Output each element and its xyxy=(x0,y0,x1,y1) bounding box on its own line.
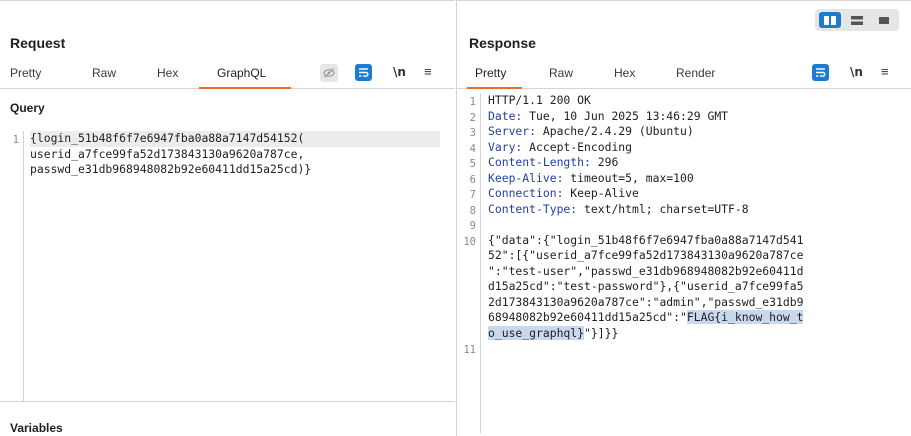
body-line: 52":[{"userid_a7fce99fa52d173843130a9620… xyxy=(488,248,804,262)
header-value: timeout=5, max=100 xyxy=(563,170,694,185)
line-number: 8 xyxy=(469,204,476,217)
header-value: Keep-Alive xyxy=(563,186,639,200)
tab-raw[interactable]: Raw xyxy=(549,66,573,80)
response-title: Response xyxy=(469,35,536,51)
header-value: text/html; charset=UTF-8 xyxy=(577,201,749,216)
line-number: 11 xyxy=(463,344,476,356)
active-tab-underline xyxy=(199,87,291,89)
layout-toggle xyxy=(815,9,899,31)
query-line: userid_a7fce99fa52d173843130a9620a787ce, xyxy=(30,146,305,161)
query-line: {login_51b48f6f7e6947fba0a88a7147d54152( xyxy=(30,131,305,145)
header-line: Connection: Keep-Alive xyxy=(488,186,908,202)
body-line: d15a25cd":"test-password"},{"userid_a7fc… xyxy=(488,279,804,293)
line-number: 1 xyxy=(12,134,19,146)
menu-icon[interactable]: ≡ xyxy=(424,64,432,79)
query-line: passwd_e31db968948082b92e60411dd15a25cd)… xyxy=(30,162,312,176)
status-line: HTTP/1.1 200 OK xyxy=(488,93,908,109)
tab-hex[interactable]: Hex xyxy=(157,66,178,80)
header-line: Keep-Alive: timeout=5, max=100 xyxy=(488,171,908,187)
body-text: "}]}} xyxy=(584,325,619,340)
newline-icon[interactable]: \n xyxy=(393,65,406,79)
line-number: 9 xyxy=(469,220,476,232)
header-name: Date: xyxy=(488,108,523,123)
single-pane-icon[interactable] xyxy=(873,12,895,28)
query-code-wrapped[interactable]: userid_a7fce99fa52d173843130a9620a787ce,… xyxy=(30,147,440,178)
request-tabs: Pretty Raw Hex GraphQL \n ≡ xyxy=(0,61,455,89)
body-line: 68948082b92e60411dd15a25cd":"FLAG{i_know… xyxy=(488,310,908,326)
line-number: 1 xyxy=(469,96,476,108)
line-number: 3 xyxy=(469,127,476,139)
header-name: Server: xyxy=(488,124,537,138)
response-pane: Response Pretty Raw Hex Render \n ≡ 1 2 … xyxy=(456,0,911,436)
response-gutter: 1 2 3 4 5 6 7 8 9 10 11 xyxy=(457,93,481,433)
flag-selection: FLAG{i_know_how_t xyxy=(686,310,804,324)
header-name: Vary: xyxy=(488,139,523,154)
response-editor[interactable]: 1 2 3 4 5 6 7 8 9 10 11 HTTP/1.1 200 OK … xyxy=(457,93,911,433)
query-code[interactable]: {login_51b48f6f7e6947fba0a88a7147d54152( xyxy=(30,131,440,147)
request-title: Request xyxy=(10,35,66,51)
variables-label: Variables xyxy=(10,421,63,435)
query-editor[interactable]: 1 {login_51b48f6f7e6947fba0a88a7147d5415… xyxy=(0,131,455,401)
response-code[interactable]: HTTP/1.1 200 OK Date: Tue, 10 Jun 2025 1… xyxy=(488,93,908,341)
active-tab-underline xyxy=(467,87,522,89)
tab-graphql[interactable]: GraphQL xyxy=(217,66,266,80)
line-number: 7 xyxy=(469,189,476,201)
body-line: o_use_graphql}"}]}} xyxy=(488,325,908,342)
line-number: 10 xyxy=(463,235,476,248)
body-text: 68948082b92e60411dd15a25cd":" xyxy=(488,310,687,324)
header-value: Apache/2.4.29 (Ubuntu) xyxy=(536,124,694,138)
header-name: Content-Length: xyxy=(488,155,591,169)
tab-raw[interactable]: Raw xyxy=(92,66,116,80)
line-number: 6 xyxy=(469,173,476,186)
header-line: Vary: Accept-Encoding xyxy=(488,140,908,156)
line-number: 4 xyxy=(469,142,476,155)
tab-render[interactable]: Render xyxy=(676,66,715,80)
request-pane: Request Pretty Raw Hex GraphQL \n ≡ Quer… xyxy=(0,0,455,436)
header-value: 296 xyxy=(590,155,619,169)
query-label: Query xyxy=(10,101,45,115)
response-tabs: Pretty Raw Hex Render \n ≡ xyxy=(457,61,911,89)
status-text: HTTP/1.1 200 OK xyxy=(488,93,591,107)
tab-hex[interactable]: Hex xyxy=(614,66,635,80)
eye-off-icon[interactable] xyxy=(320,64,338,82)
flag-selection: o_use_graphql} xyxy=(488,325,585,340)
wrap-lines-icon[interactable] xyxy=(355,64,372,81)
header-name: Content-Type: xyxy=(488,201,578,216)
line-number: 5 xyxy=(469,158,476,170)
header-name: Keep-Alive: xyxy=(488,170,564,185)
line-number: 2 xyxy=(469,111,476,124)
query-gutter: 1 xyxy=(0,131,24,401)
header-value: Tue, 10 Jun 2025 13:46:29 GMT xyxy=(522,108,729,123)
header-line: Server: Apache/2.4.29 (Ubuntu) xyxy=(488,124,908,140)
tab-pretty[interactable]: Pretty xyxy=(475,66,506,80)
newline-icon[interactable]: \n xyxy=(850,65,863,79)
header-value: Accept-Encoding xyxy=(522,139,633,154)
body-line: 2d173843130a9620a787ce":"admin","passwd_… xyxy=(488,294,804,309)
menu-icon[interactable]: ≡ xyxy=(881,64,889,79)
tab-pretty[interactable]: Pretty xyxy=(10,66,41,80)
header-line: Date: Tue, 10 Jun 2025 13:46:29 GMT xyxy=(488,109,908,125)
wrap-lines-icon[interactable] xyxy=(812,64,829,81)
split-rows-icon[interactable] xyxy=(846,12,868,28)
header-line: Content-Length: 296 xyxy=(488,155,908,171)
split-columns-icon[interactable] xyxy=(819,12,841,28)
variables-divider[interactable] xyxy=(0,401,455,402)
header-line: Content-Type: text/html; charset=UTF-8 xyxy=(488,202,908,218)
body-line: ":"test-user","passwd_e31db968948082b92e… xyxy=(488,263,804,278)
header-name: Connection: xyxy=(488,186,564,200)
body-line: {"data":{"login_51b48f6f7e6947fba0a88a71… xyxy=(488,232,804,247)
